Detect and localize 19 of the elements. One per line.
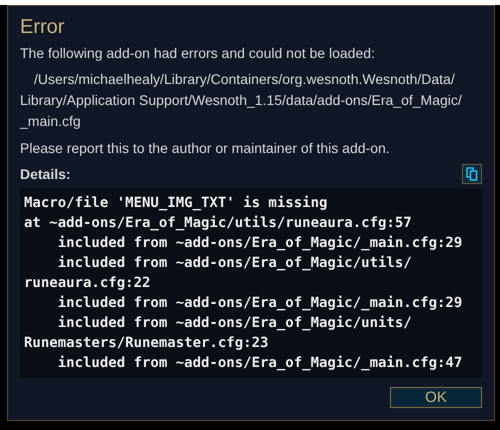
copy-icon	[466, 167, 478, 181]
file-path-line: /Users/michaelhealy/Library/Containers/org.wesnoth.Wesnoth/Data/	[34, 70, 456, 89]
log-line: included from ~add-ons/Era_of_Magic/_main.cfg:29	[56, 234, 464, 253]
copy-button[interactable]	[462, 164, 482, 184]
log-line: Runemasters/Runemaster.cfg:23	[24, 334, 270, 353]
log-line: included from ~add-ons/Era_of_Magic/utils/	[56, 254, 413, 273]
log-line: Macro/file 'MENU_IMG_TXT' is missing	[24, 194, 328, 213]
ok-button[interactable]: OK	[390, 387, 482, 408]
log-line: at ~add-ons/Era_of_Magic/utils/runeaura.cfg:57	[24, 214, 413, 233]
dialog-title: Error	[20, 16, 66, 39]
details-label: Details:	[20, 166, 71, 182]
file-path-line: _main.cfg	[20, 112, 82, 131]
error-message: The following add-on had errors and could not be loaded:	[20, 45, 376, 61]
log-line: runeaura.cfg:22	[24, 274, 152, 293]
log-line: included from ~add-ons/Era_of_Magic/units/	[56, 314, 413, 333]
file-path-line: Library/Application Support/Wesnoth_1.15/data/add-ons/Era_of_Magic/	[20, 91, 463, 110]
log-line: included from ~add-ons/Era_of_Magic/_main.cfg:47	[56, 354, 464, 373]
log-line: included from ~add-ons/Era_of_Magic/_main.cfg:29	[56, 294, 464, 313]
report-message: Please report this to the author or maintainer of this add-on.	[20, 140, 391, 156]
